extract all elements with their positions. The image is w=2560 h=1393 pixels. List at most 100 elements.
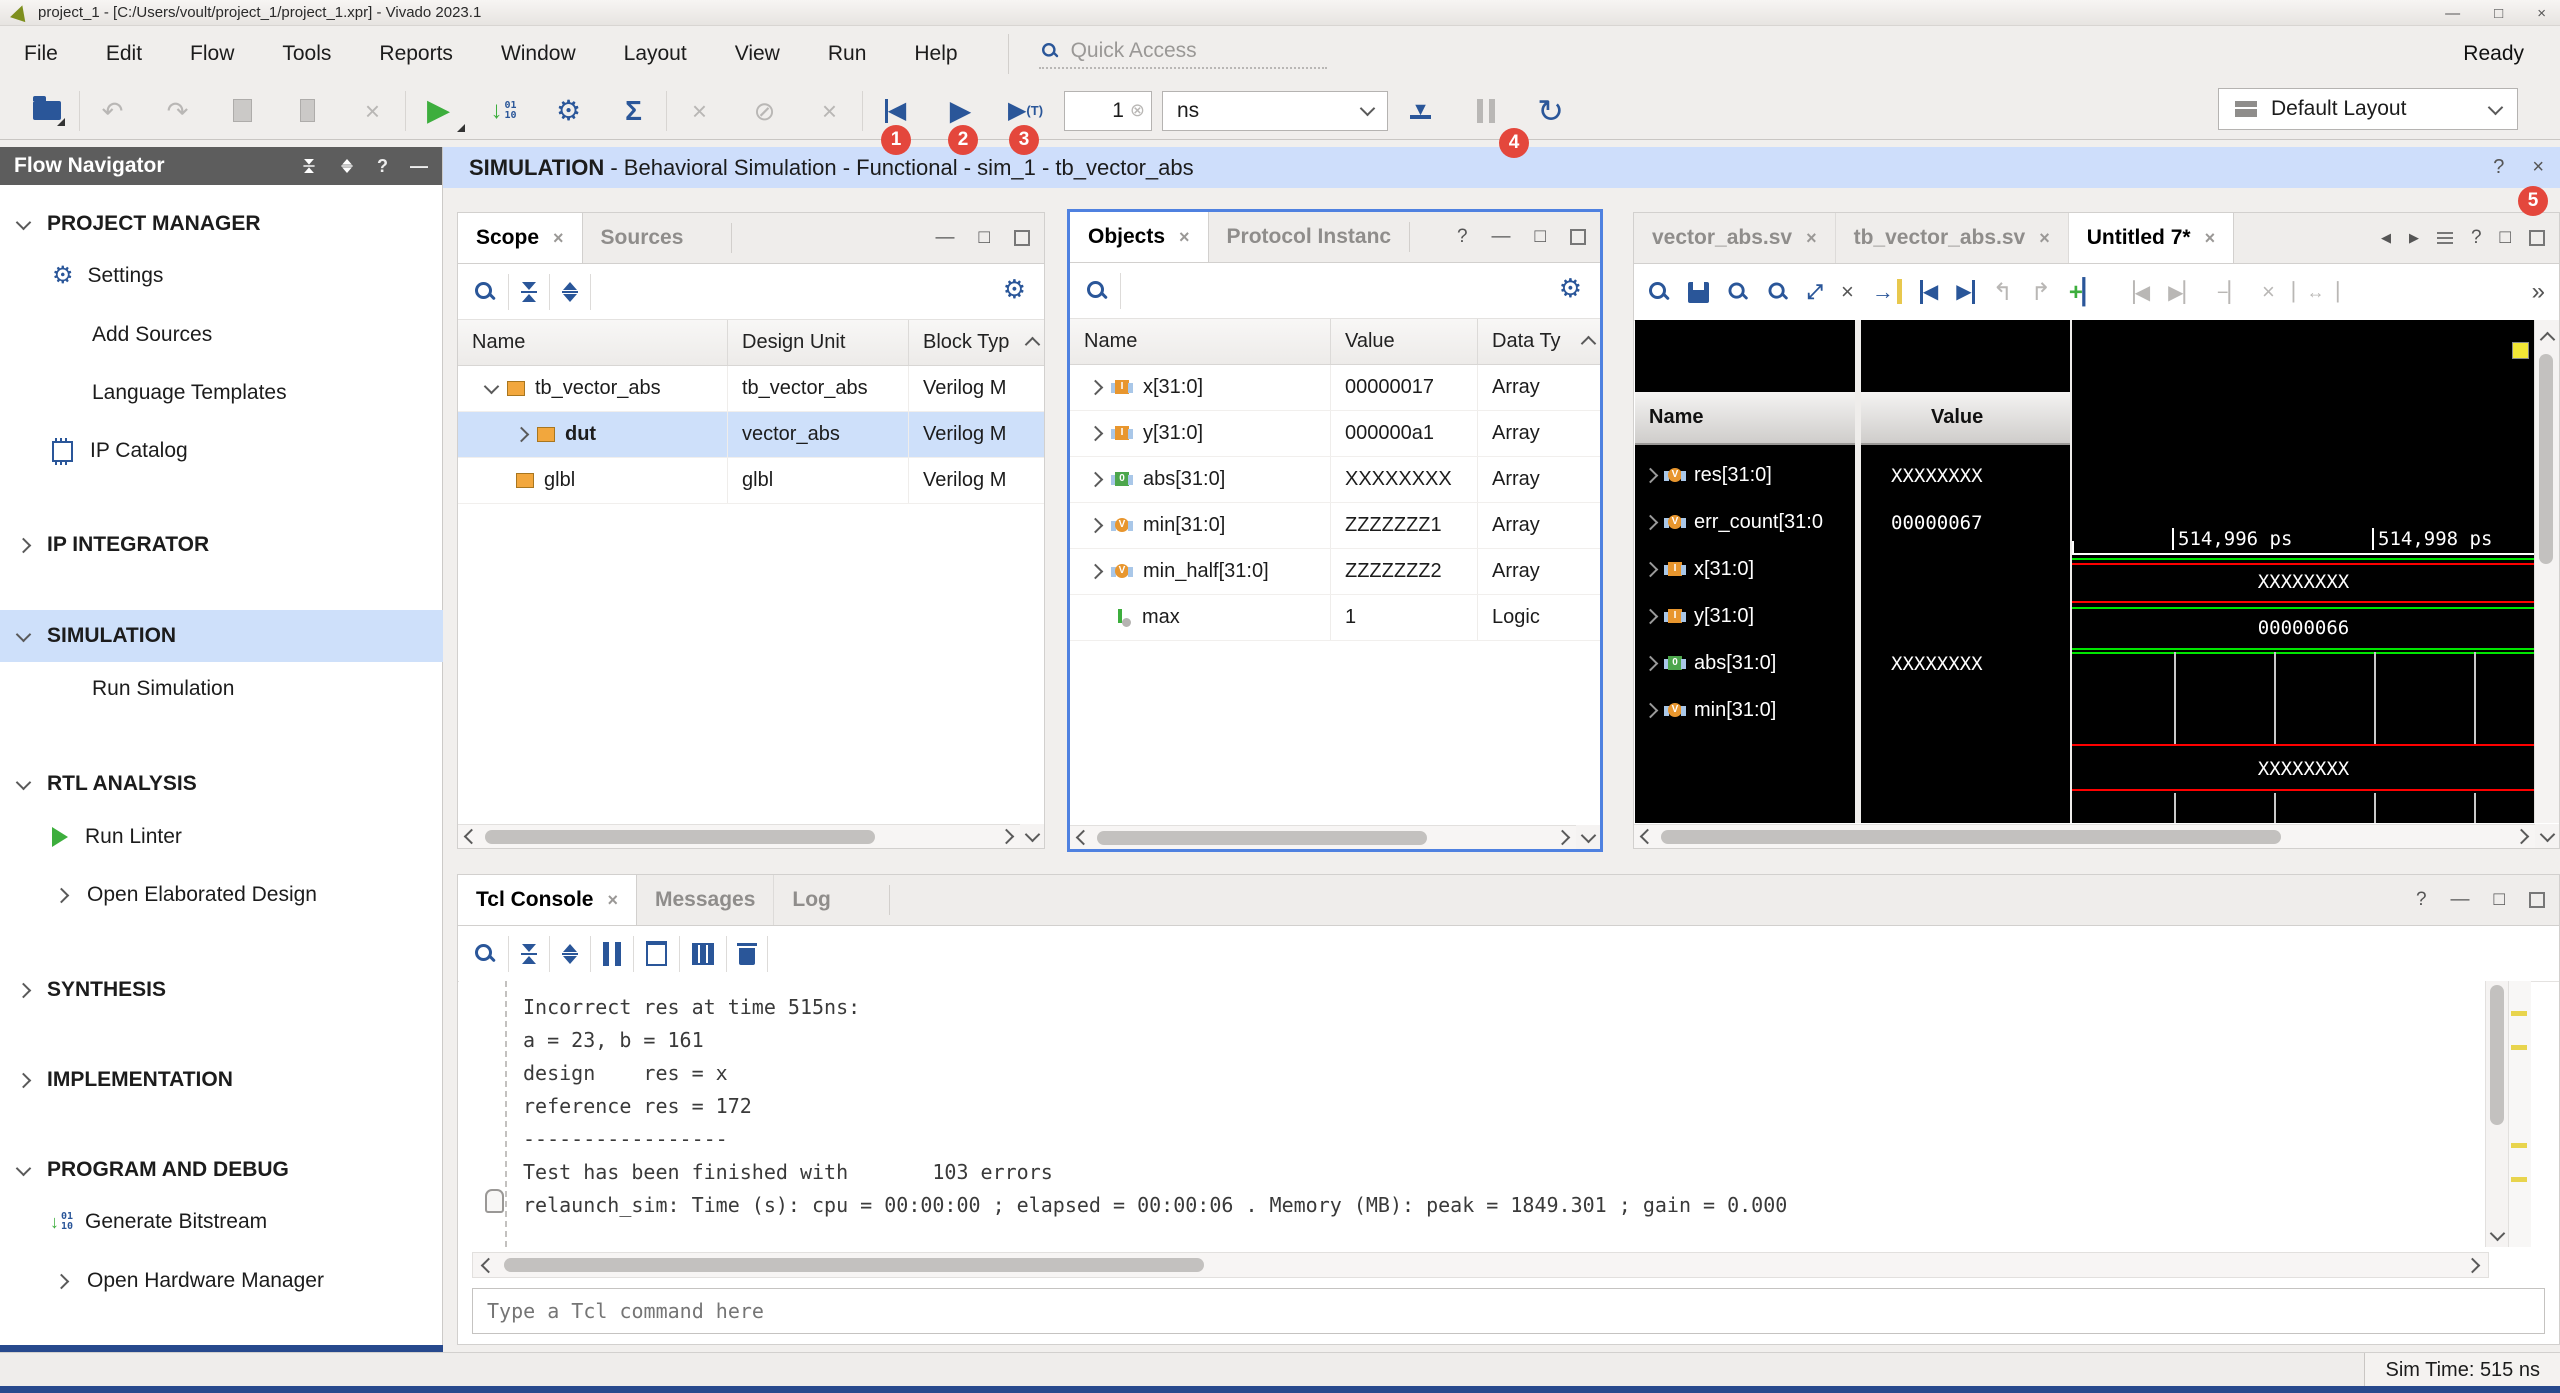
maximize-icon[interactable]: □ [979, 227, 990, 249]
wave-signal-row[interactable]: Vmin[31:0] [1635, 687, 1855, 734]
copy-button[interactable] [210, 88, 275, 134]
sidebar-item-settings[interactable]: ⚙Settings [0, 259, 443, 293]
scroll-left-arrow[interactable] [1076, 830, 1092, 846]
next-transition-icon[interactable]: ▶ [1956, 280, 1974, 304]
float-icon[interactable] [1014, 230, 1030, 246]
scroll-up-arrow[interactable] [1576, 319, 1600, 364]
horizontal-scrollbar[interactable] [1634, 824, 2535, 848]
scroll-right-arrow[interactable] [999, 829, 1015, 845]
wave-column-value-header[interactable]: Value [1861, 392, 2070, 445]
wave-signal-row[interactable]: 0abs[31:0] [1635, 640, 1855, 687]
close-icon[interactable]: × [2039, 228, 2050, 249]
wave-signal-row[interactable]: Vres[31:0] [1635, 452, 1855, 499]
sidebar-item-project-manager[interactable]: PROJECT MANAGER [0, 207, 443, 241]
expand-all-icon[interactable] [562, 944, 578, 964]
column-name[interactable]: Name [1070, 319, 1331, 364]
expand-all-icon[interactable] [562, 282, 578, 302]
menu-window[interactable]: Window [477, 34, 600, 74]
scrollbar-thumb[interactable] [2539, 354, 2553, 564]
delete-button[interactable]: × [340, 88, 405, 134]
table-row[interactable]: tb_vector_abs tb_vector_abs Verilog M [458, 366, 1044, 412]
scrollbar-thumb[interactable] [2490, 985, 2504, 1125]
settings-button[interactable]: ⚙ [536, 88, 601, 134]
table-row[interactable]: glbl glbl Verilog M [458, 458, 1044, 504]
cursor-icon[interactable]: × [1841, 279, 1854, 305]
tab-tb-vector-abs-sv[interactable]: tb_vector_abs.sv× [1836, 213, 2069, 263]
scroll-up-arrow[interactable] [2540, 332, 2556, 348]
tab-messages[interactable]: Messages [637, 875, 774, 925]
scrollbar-thumb[interactable] [1097, 831, 1427, 845]
vertical-scrollbar[interactable] [2485, 981, 2509, 1247]
previous-transition-icon[interactable]: ◀ [1920, 280, 1938, 304]
layout-select[interactable]: Default Layout [2218, 88, 2518, 130]
table-row-selected[interactable]: dut vector_abs Verilog M [458, 412, 1044, 458]
scroll-right-arrow[interactable] [2465, 1257, 2481, 1273]
pause-output-icon[interactable] [603, 942, 621, 966]
relaunch-button[interactable]: ↻ [1518, 88, 1583, 134]
zoom-out-icon[interactable] [1768, 282, 1789, 303]
sidebar-item-ip-catalog[interactable]: IP Catalog [0, 434, 443, 468]
minimize-icon[interactable]: — [936, 227, 955, 249]
sidebar-item-open-hardware-manager[interactable]: Open Hardware Manager [0, 1264, 443, 1298]
scroll-left-arrow[interactable] [1640, 829, 1656, 845]
tab-log[interactable]: Log [774, 875, 848, 925]
scroll-left-arrow[interactable] [481, 1257, 497, 1273]
menu-file[interactable]: File [0, 34, 82, 74]
tab-untitled-7[interactable]: Untitled 7*× [2069, 213, 2234, 263]
time-unit-select[interactable]: ns [1162, 91, 1388, 131]
add-marker-icon[interactable]: +▏ [2069, 278, 2101, 307]
tcl-command-input[interactable] [472, 1288, 2545, 1334]
goto-time-icon[interactable]: → [1872, 279, 1902, 305]
scroll-down-arrow[interactable] [2535, 824, 2559, 848]
reports-sigma-button[interactable]: Σ [601, 88, 666, 134]
scrollbar-thumb[interactable] [1661, 830, 2281, 844]
window-minimize-button[interactable]: — [2445, 5, 2460, 22]
table-row[interactable]: 0abs[31:0] XXXXXXXX Array [1070, 457, 1600, 503]
help-icon[interactable]: ? [1457, 226, 1468, 248]
save-icon[interactable] [1688, 282, 1709, 303]
sidebar-item-run-simulation[interactable]: Run Simulation [0, 672, 443, 706]
column-name[interactable]: Name [458, 320, 728, 365]
window-maximize-button[interactable]: □ [2494, 5, 2503, 22]
minimize-icon[interactable]: — [410, 156, 428, 177]
sidebar-item-open-elaborated-design[interactable]: Open Elaborated Design [0, 878, 443, 912]
menu-tools[interactable]: Tools [258, 34, 355, 74]
tab-tcl-console[interactable]: Tcl Console× [458, 875, 637, 925]
search-icon[interactable] [1086, 280, 1108, 302]
table-row[interactable]: Vmin_half[31:0] ZZZZZZZ2 Array [1070, 549, 1600, 595]
scroll-right-arrow[interactable] [1555, 830, 1571, 846]
scroll-up-arrow[interactable] [1020, 320, 1044, 365]
column-design-unit[interactable]: Design Unit [728, 320, 909, 365]
tab-sources[interactable]: Sources [583, 213, 702, 263]
tab-scope[interactable]: Scope× [458, 213, 583, 263]
warning-mark[interactable] [2511, 1011, 2527, 1016]
wave-signal-row[interactable]: Ix[31:0] [1635, 546, 1855, 593]
maximize-icon[interactable]: □ [1535, 226, 1546, 248]
scroll-down-arrow[interactable] [1020, 824, 1044, 848]
sidebar-item-rtl-analysis[interactable]: RTL ANALYSIS [0, 767, 443, 801]
waveform-canvas[interactable]: 514,996 ps 514,998 ps XXXXXXXX 00000066 [2072, 320, 2535, 823]
warning-mark[interactable] [2511, 1045, 2527, 1050]
generate-bitstream-button[interactable]: ↓0110 [471, 88, 536, 134]
copy-icon[interactable] [646, 941, 667, 966]
search-icon[interactable] [474, 281, 496, 303]
run-button[interactable]: ▶ [406, 88, 471, 134]
undo-button[interactable]: ↶ [80, 88, 145, 134]
marker-flag-icon[interactable] [2512, 342, 2529, 359]
console-output[interactable]: Incorrect res at time 515ns: a = 23, b =… [459, 981, 2489, 1247]
sidebar-item-ip-integrator[interactable]: IP INTEGRATOR [0, 528, 443, 562]
horizontal-scrollbar[interactable] [472, 1252, 2489, 1278]
warning-mark[interactable] [2511, 1177, 2527, 1182]
menu-reports[interactable]: Reports [355, 34, 477, 74]
table-row[interactable]: max 1 Logic [1070, 595, 1600, 641]
help-icon[interactable]: ? [2416, 889, 2427, 911]
minimize-icon[interactable]: — [2451, 889, 2470, 911]
sidebar-item-run-linter[interactable]: Run Linter [0, 820, 443, 854]
close-icon[interactable]: × [553, 228, 564, 249]
vertical-scrollbar[interactable] [2534, 320, 2559, 823]
scroll-down-arrow[interactable] [2490, 1226, 2506, 1242]
expand-icon[interactable] [341, 159, 352, 173]
table-row[interactable]: Iy[31:0] 000000a1 Array [1070, 411, 1600, 457]
close-icon[interactable]: × [607, 890, 618, 911]
tab-objects[interactable]: Objects× [1070, 212, 1209, 262]
